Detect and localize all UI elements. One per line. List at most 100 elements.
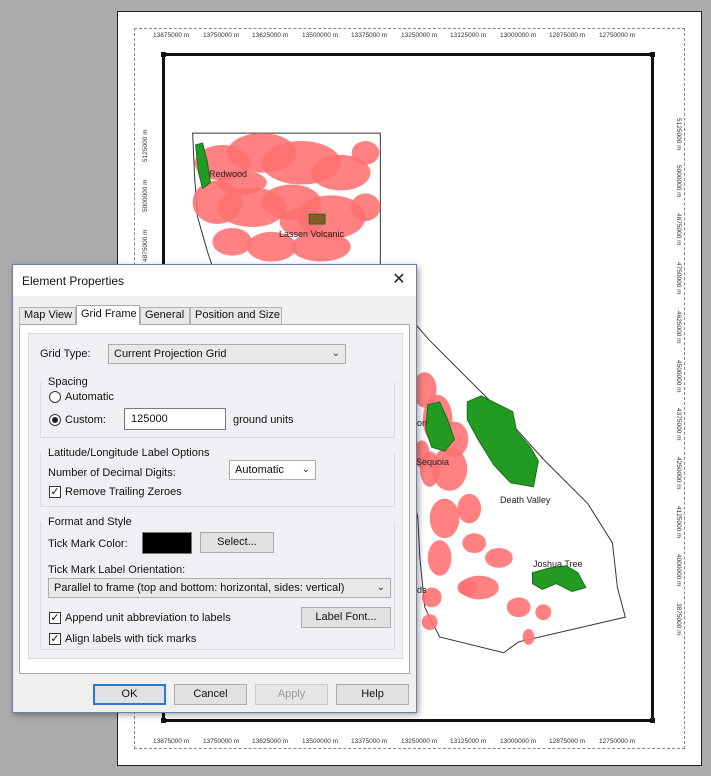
decimal-digits-value: Automatic xyxy=(235,464,284,476)
park-label-redwood: Redwood xyxy=(209,169,248,179)
tick-label-top: 13875000 m xyxy=(153,32,190,39)
tick-label-bottom: 13250000 m xyxy=(401,738,438,745)
tick-label-top: 13000000 m xyxy=(500,32,537,39)
park-label-partial: ds xyxy=(417,585,427,595)
tick-label-bottom: 13625000 m xyxy=(252,738,289,745)
tick-label-right: 5000000 m xyxy=(675,165,682,198)
fire-area xyxy=(427,540,452,576)
select-color-button[interactable]: Select... xyxy=(200,532,274,553)
tick-label-right: 4750000 m xyxy=(675,262,682,295)
dialog-titlebar[interactable]: Element Properties ✕ xyxy=(13,265,416,296)
tick-label-right: 4875000 m xyxy=(675,213,682,246)
tab-general[interactable]: General xyxy=(140,307,190,324)
tick-label-bottom: 12750000 m xyxy=(599,738,636,745)
tick-label-right: 3875000 m xyxy=(675,603,682,636)
tick-label-left: 4875000 m xyxy=(142,229,149,262)
tick-label-bottom: 13500000 m xyxy=(302,738,339,745)
fire-area xyxy=(485,548,513,568)
tick-label-right: 4625000 m xyxy=(675,311,682,344)
append-unit-label[interactable]: Append unit abbreviation to labels xyxy=(65,612,231,624)
close-icon[interactable]: ✕ xyxy=(386,268,412,292)
spacing-custom-label[interactable]: Custom: xyxy=(65,414,106,426)
remove-trailing-zeroes-label[interactable]: Remove Trailing Zeroes xyxy=(65,486,182,498)
fire-area xyxy=(351,141,380,165)
tick-label-left: 5000000 m xyxy=(142,179,149,212)
tick-label-orientation-label: Tick Mark Label Orientation: xyxy=(48,564,186,576)
cancel-button[interactable]: Cancel xyxy=(174,684,247,705)
ok-button[interactable]: OK xyxy=(93,684,166,705)
decimal-digits-select[interactable]: Automatic ⌄ xyxy=(229,460,316,480)
tick-label-top: 13625000 m xyxy=(252,32,289,39)
fire-area xyxy=(462,533,487,553)
help-button[interactable]: Help xyxy=(336,684,409,705)
tick-mark-color-swatch[interactable] xyxy=(142,532,192,554)
tick-label-top: 13250000 m xyxy=(401,32,438,39)
fire-area xyxy=(506,597,531,618)
fire-area xyxy=(421,614,438,631)
fire-area xyxy=(212,227,252,256)
spacing-automatic-label[interactable]: Automatic xyxy=(65,391,114,403)
spacing-custom-input[interactable]: 125000 xyxy=(124,408,226,430)
align-labels-checkbox[interactable]: ✓ xyxy=(49,633,61,645)
element-properties-dialog: Element Properties ✕ Map View Grid Frame… xyxy=(12,264,417,713)
park-label-death-valley: Death Valley xyxy=(500,495,551,505)
tick-label-right: 5125000 m xyxy=(675,118,682,151)
append-unit-checkbox[interactable]: ✓ xyxy=(49,612,61,624)
tick-label-right: 4125000 m xyxy=(675,506,682,539)
tick-label-right: 4250000 m xyxy=(675,457,682,490)
frame-handle-br[interactable] xyxy=(650,718,655,723)
tab-map-view[interactable]: Map View xyxy=(19,307,76,324)
tick-label-orientation-value: Parallel to frame (top and bottom: horiz… xyxy=(54,582,345,594)
park-label-joshua-tree: Joshua Tree xyxy=(533,559,583,569)
tick-label-top: 12875000 m xyxy=(549,32,586,39)
park-label-sequoia: Sequoia xyxy=(416,457,450,467)
tick-label-orientation-select[interactable]: Parallel to frame (top and bottom: horiz… xyxy=(48,578,391,598)
latlon-group xyxy=(40,453,395,507)
label-font-button[interactable]: Label Font... xyxy=(301,607,391,628)
tick-label-top: 13500000 m xyxy=(302,32,339,39)
tick-label-left: 5125000 m xyxy=(142,129,149,162)
tick-label-right: 4500000 m xyxy=(675,360,682,393)
decimal-digits-label: Number of Decimal Digits: xyxy=(48,467,176,479)
park-lassen xyxy=(308,213,326,225)
fire-area xyxy=(522,629,535,645)
tick-label-bottom: 13000000 m xyxy=(500,738,537,745)
dialog-title: Element Properties xyxy=(22,274,125,288)
fire-area xyxy=(457,579,478,596)
apply-button[interactable]: Apply xyxy=(255,684,328,705)
tick-label-bottom: 13125000 m xyxy=(450,738,487,745)
remove-trailing-zeroes-checkbox[interactable]: ✓ xyxy=(49,486,61,498)
tick-label-bottom: 12875000 m xyxy=(549,738,586,745)
tick-label-right: 4000000 m xyxy=(675,554,682,587)
park-label-lassen: Lassen Volcanic xyxy=(279,229,345,239)
tick-label-top: 13125000 m xyxy=(450,32,487,39)
chevron-down-icon: ⌄ xyxy=(301,464,310,475)
fire-area xyxy=(535,604,552,621)
spacing-units-label: ground units xyxy=(233,414,294,426)
tab-panel-grid-frame: Grid Type: Current Projection Grid ⌄ Spa… xyxy=(19,324,410,674)
tick-label-bottom: 13375000 m xyxy=(351,738,388,745)
tick-label-top: 13750000 m xyxy=(203,32,240,39)
fire-area xyxy=(350,193,381,222)
frame-handle-bl[interactable] xyxy=(161,718,166,723)
tick-label-bottom: 13875000 m xyxy=(153,738,190,745)
grid-frame-settings: Grid Type: Current Projection Grid ⌄ Spa… xyxy=(28,333,403,659)
spacing-automatic-radio[interactable] xyxy=(49,391,61,403)
tick-label-top: 13375000 m xyxy=(351,32,388,39)
spacing-custom-radio[interactable] xyxy=(49,414,61,426)
fire-area xyxy=(429,498,460,539)
grid-type-value: Current Projection Grid xyxy=(114,348,227,360)
frame-handle-tl[interactable] xyxy=(161,52,166,57)
frame-handle-tr[interactable] xyxy=(650,52,655,57)
grid-type-select[interactable]: Current Projection Grid ⌄ xyxy=(108,344,346,364)
tick-label-bottom: 13750000 m xyxy=(203,738,240,745)
align-labels-label[interactable]: Align labels with tick marks xyxy=(65,633,196,645)
tick-label-right: 4375000 m xyxy=(675,408,682,441)
fire-area xyxy=(457,493,482,524)
tick-mark-color-label: Tick Mark Color: xyxy=(48,538,128,550)
grid-type-label: Grid Type: xyxy=(40,348,91,360)
tab-position-and-size[interactable]: Position and Size xyxy=(190,307,282,324)
park-label-sequoia-partial: on xyxy=(417,418,428,428)
chevron-down-icon: ⌄ xyxy=(376,582,385,593)
tab-grid-frame[interactable]: Grid Frame xyxy=(76,305,140,325)
